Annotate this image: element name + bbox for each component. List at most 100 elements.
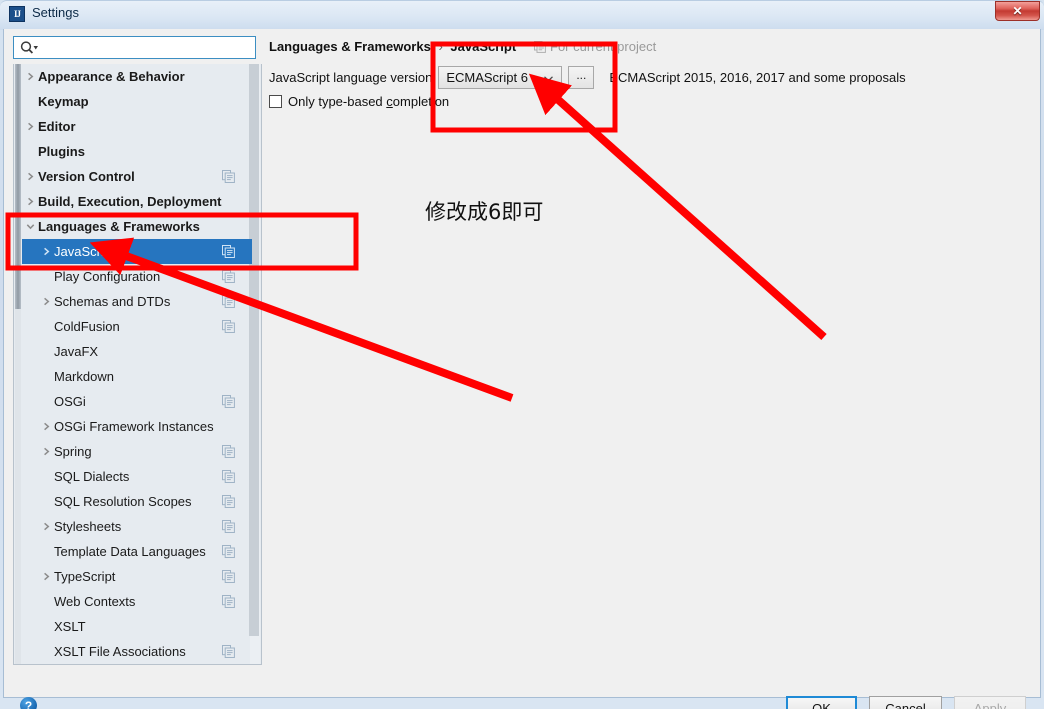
sidebar-item-label: Markdown [54,369,114,384]
dialog-body: Appearance & Behavior Keymap Editor Plugins… [3,29,1041,709]
chevron-right-icon[interactable] [38,564,54,589]
sidebar-item-javafx[interactable]: JavaFX [22,339,252,364]
copy-icon [222,395,235,408]
sidebar-item-label: Stylesheets [54,519,122,534]
tree-arrow-placeholder [38,614,54,639]
sidebar-item-label: OSGi [54,394,86,409]
breadcrumb-leaf: JavaScript [450,39,517,54]
sidebar-item-osgi-framework-instances[interactable]: OSGi Framework Instances [22,414,252,439]
sidebar-item-label: Build, Execution, Deployment [38,194,222,209]
sidebar-item-label: ColdFusion [54,319,120,334]
chevron-down-icon[interactable] [22,214,38,239]
sidebar-item-label: JavaFX [54,344,99,359]
sidebar-item-javascript[interactable]: JavaScript [22,239,252,264]
chevron-right-icon[interactable] [38,414,54,439]
sidebar-item-label: Languages & Frameworks [38,219,200,234]
language-version-label: JavaScript language version [269,69,433,85]
sidebar-item-stylesheets[interactable]: Stylesheets [22,514,252,539]
sidebar-item-label: Schemas and DTDs [54,294,171,309]
search-icon [20,41,38,54]
breadcrumb: Languages & Frameworks › JavaScript [269,39,516,54]
scope-indicator: For current project [534,39,656,54]
only-type-based-completion-row[interactable]: Only type-based completion [269,94,449,109]
language-version-value: ECMAScript 6 [446,69,528,85]
copy-icon [222,545,235,558]
breadcrumb-root[interactable]: Languages & Frameworks [269,39,431,54]
sidebar-item-markdown[interactable]: Markdown [22,364,252,389]
tree-scrollbar-left[interactable] [15,64,21,664]
sidebar-item-version-control[interactable]: Version Control [22,164,252,189]
sidebar-item-label: JavaScript [54,244,115,259]
copy-icon [222,295,235,308]
sidebar-item-web-contexts[interactable]: Web Contexts [22,589,252,614]
sidebar-item-template-data-languages[interactable]: Template Data Languages [22,539,252,564]
copy-icon [222,320,235,333]
sidebar-item-label: SQL Dialects [54,469,130,484]
sidebar-item-label: XSLT [54,619,86,634]
close-icon[interactable]: ✕ [995,1,1040,21]
sidebar-item-label: Version Control [38,169,135,184]
only-type-based-completion-checkbox[interactable] [269,95,282,108]
sidebar-item-label: Plugins [38,144,85,159]
chevron-right-icon[interactable] [38,514,54,539]
sidebar-item-label: Keymap [38,94,89,109]
sidebar-item-label: Template Data Languages [54,544,206,559]
sidebar-item-label: Web Contexts [54,594,136,609]
chevron-right-icon[interactable] [22,64,38,89]
chevron-right-icon[interactable] [38,289,54,314]
annotation-note: 修改成6即可 [425,200,544,224]
chevron-right-icon[interactable] [22,114,38,139]
copy-icon [222,270,235,283]
sidebar-item-editor[interactable]: Editor [22,114,252,139]
sidebar-item-typescript[interactable]: TypeScript [22,564,252,589]
sidebar-item-osgi[interactable]: OSGi [22,389,252,414]
tree-arrow-placeholder [38,264,54,289]
cancel-button[interactable]: Cancel [869,696,942,709]
ok-button[interactable]: OK [786,696,857,709]
language-version-hint: ECMAScript 2015, 2016, 2017 and some pro… [609,69,906,85]
tree-arrow-placeholder [38,589,54,614]
sidebar-item-sql-resolution-scopes[interactable]: SQL Resolution Scopes [22,489,252,514]
sidebar-item-sql-dialects[interactable]: SQL Dialects [22,464,252,489]
sidebar-item-label: TypeScript [54,569,116,584]
sidebar-item-play-configuration[interactable]: Play Configuration [22,264,252,289]
copy-icon [222,595,235,608]
sidebar-item-label: Editor [38,119,76,134]
tree-arrow-placeholder [38,639,54,664]
sidebar-item-label: Spring [54,444,92,459]
titlebar[interactable]: IJ Settings ✕ [0,0,1044,29]
sidebar-item-schemas-and-dtds[interactable]: Schemas and DTDs [22,289,252,314]
search-input[interactable] [42,38,256,59]
sidebar-item-spring[interactable]: Spring [22,439,252,464]
sidebar-item-languages-frameworks[interactable]: Languages & Frameworks [22,214,252,239]
sidebar-item-label: SQL Resolution Scopes [54,494,192,509]
chevron-right-icon[interactable] [22,189,38,214]
checkbox-label-pre: Only type-based [288,94,387,109]
chevron-right-icon[interactable] [22,164,38,189]
tree-arrow-placeholder [38,539,54,564]
copy-icon [222,470,235,483]
sidebar-item-label: XSLT File Associations [54,644,186,659]
sidebar-item-keymap[interactable]: Keymap [22,89,252,114]
search-box[interactable] [13,36,256,59]
chevron-right-icon[interactable] [38,439,54,464]
scope-label: For current project [550,39,657,54]
tree-arrow-placeholder [22,139,38,164]
copy-icon [222,520,235,533]
sidebar-item-xslt[interactable]: XSLT [22,614,252,639]
chevron-right-icon[interactable] [38,239,54,264]
sidebar-item-coldfusion[interactable]: ColdFusion [22,314,252,339]
apply-button[interactable]: Apply [954,696,1026,709]
settings-content-pane: Languages & Frameworks › JavaScript For … [262,32,1037,665]
copy-icon [222,645,235,658]
sidebar-item-plugins[interactable]: Plugins [22,139,252,164]
settings-tree-panel: Appearance & Behavior Keymap Editor Plugins… [13,64,262,665]
sidebar-item-xslt-file-associations[interactable]: XSLT File Associations [22,639,252,664]
sidebar-item-label: OSGi Framework Instances [54,419,214,434]
help-icon[interactable]: ? [20,697,37,709]
sidebar-item-appearance-behavior[interactable]: Appearance & Behavior [22,64,252,89]
language-version-more-button[interactable]: ... [568,65,595,89]
sidebar-item-build-execution-deployment[interactable]: Build, Execution, Deployment [22,189,252,214]
language-version-select[interactable]: ECMAScript 6 [438,65,563,89]
tree-scrollbar-left-thumb[interactable] [15,64,21,309]
